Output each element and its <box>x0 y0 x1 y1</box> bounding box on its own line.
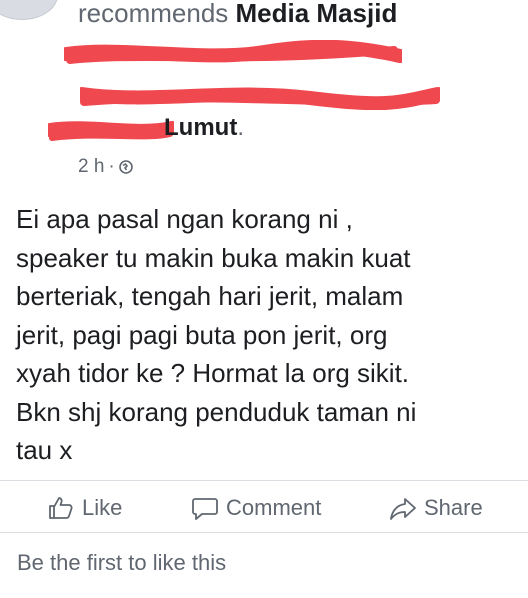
location-tail[interactable]: Lumut. <box>164 114 244 142</box>
divider <box>0 532 528 533</box>
divider <box>0 480 528 481</box>
location-text[interactable]: Lumut <box>164 114 237 141</box>
meta-separator: · <box>108 156 115 177</box>
redaction-mark <box>64 40 402 64</box>
post-line: jerit, pagi pagi buta pon jerit, org <box>16 319 388 350</box>
like-label: Like <box>82 495 123 520</box>
post-line: berteriak, tengah hari jerit, malam <box>16 281 404 311</box>
redaction-mark <box>48 121 174 141</box>
public-globe-icon <box>118 160 133 174</box>
timestamp[interactable]: 2 h <box>78 156 104 178</box>
likes-summary: Be the first to like this <box>17 550 227 575</box>
comment-bubble-icon <box>192 498 218 520</box>
period-text: . <box>237 114 244 141</box>
post-line: Bkn shj korang penduduk taman ni <box>16 396 417 427</box>
post-header: recommends Media Masjid <box>78 0 397 29</box>
share-arrow-icon <box>390 498 416 520</box>
post-line: Ei apa pasal ngan korang ni , <box>16 204 353 234</box>
action-bar: Like Comment Share <box>0 486 528 530</box>
comment-button[interactable]: Comment <box>192 495 321 521</box>
post-text: Ei apa pasal ngan korang ni , speaker tu… <box>16 200 521 470</box>
like-button[interactable]: Like <box>48 495 122 521</box>
post-line: tau x <box>16 435 73 465</box>
page-name-link[interactable]: Media Masjid <box>236 0 398 28</box>
post-line: xyah tidor ke ? Hormat la org sikit. <box>16 358 410 388</box>
redaction-mark <box>80 87 440 110</box>
post-line: speaker tu makin buka makin kuat <box>16 242 411 273</box>
share-button[interactable]: Share <box>390 495 483 521</box>
thumbs-up-icon <box>49 497 73 519</box>
avatar[interactable] <box>0 0 58 20</box>
recommends-text: recommends <box>78 0 229 28</box>
share-label: Share <box>424 495 483 520</box>
post-meta: 2 h · <box>78 156 133 178</box>
comment-label: Comment <box>226 495 322 520</box>
